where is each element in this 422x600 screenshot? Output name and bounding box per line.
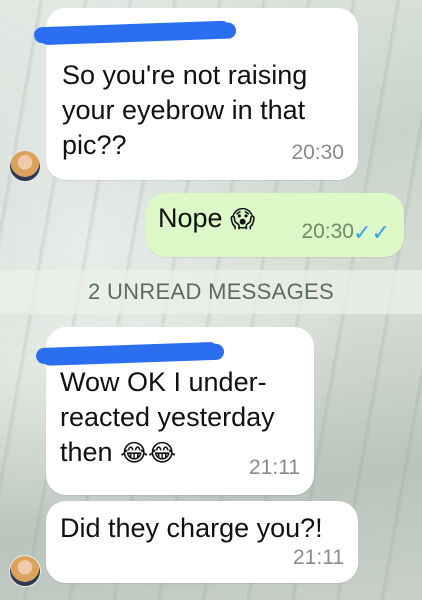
tears-of-joy-emoji: 😂😂 — [120, 439, 176, 467]
double-check-read-icon: ✓✓ — [353, 215, 390, 250]
screaming-face-emoji: 😱 — [230, 205, 255, 233]
message-timestamp: 20:30 — [291, 135, 344, 170]
message-text: Did they charge you?! — [60, 511, 323, 546]
contact-avatar[interactable] — [9, 555, 41, 587]
message-bubble-incoming[interactable]: So you're not raising your eyebrow in th… — [46, 8, 358, 180]
message-bubble-outgoing[interactable]: Nope 😱 20:30 ✓✓ — [146, 193, 404, 257]
message-timestamp: 21:11 — [249, 450, 300, 485]
message-text: Nope 😱 — [158, 201, 255, 237]
contact-avatar[interactable] — [9, 150, 41, 182]
message-timestamp: 21:11 — [293, 540, 344, 575]
message-text: Wow OK I under- reacted yesterday then 😂… — [60, 365, 275, 471]
message-bubble-incoming[interactable]: Did they charge you?! 21:11 — [46, 501, 358, 583]
message-bubble-incoming[interactable]: Wow OK I under- reacted yesterday then 😂… — [46, 327, 314, 495]
redacted-sender-name — [36, 342, 218, 364]
unread-messages-divider: 2 UNREAD MESSAGES — [0, 270, 422, 314]
message-timestamp: 20:30 — [301, 214, 354, 249]
message-text: So you're not raising your eyebrow in th… — [62, 58, 307, 163]
redacted-sender-name — [34, 21, 230, 44]
